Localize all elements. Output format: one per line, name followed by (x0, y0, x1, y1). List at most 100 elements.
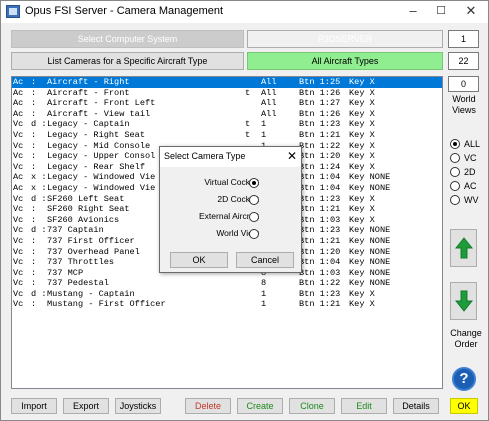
camera-flag-cell: : (31, 204, 37, 215)
camera-btn-cell: Btn 1:23 (299, 225, 341, 236)
camera-name-cell: Aircraft - View tail (47, 108, 151, 119)
camera-btn-cell: Btn 1:03 (299, 214, 341, 225)
world-views-label: World Views (452, 94, 476, 115)
camera-btn-cell: Btn 1:22 (299, 140, 341, 151)
camera-row[interactable]: Vc d : Legacy - Captain t 1 Btn 1:23 Key X (12, 119, 442, 130)
radio-icon (450, 153, 460, 163)
camera-row[interactable]: Ac: Aircraft - Front t All Btn 1:26 Key X (12, 88, 442, 99)
camera-row[interactable]: Vc: Legacy - Right Seat t 1 Btn 1:21 Key X (12, 130, 442, 141)
filter-wv-radio[interactable]: WV (450, 194, 479, 206)
move-down-button[interactable] (450, 282, 477, 320)
computer-name-field: P3DSERVER (247, 30, 443, 48)
camera-flag-cell: : (31, 278, 37, 289)
camera-type-cell: Ac (13, 77, 24, 87)
camera-btn-cell: Btn 1:20 (299, 246, 341, 257)
minimize-icon[interactable]: – (398, 1, 428, 21)
camera-btn-cell: Btn 1:23 (299, 119, 341, 130)
filter-all-radio[interactable]: ALL (450, 138, 480, 150)
camera-name-cell: Legacy - Right Seat (47, 129, 145, 140)
camera-type-cell: Vc (13, 193, 24, 204)
camera-key-cell: Key X (349, 98, 375, 109)
camera-btn-cell: Btn 1:24 (299, 161, 341, 172)
arrow-up-icon (454, 237, 473, 259)
camera-row[interactable]: Ac: Aircraft - Right All Btn 1:25 Key X (12, 77, 442, 88)
ok-button[interactable]: OK (450, 398, 478, 414)
move-up-button[interactable] (450, 229, 477, 267)
camera-name-cell: 737 MCP (47, 267, 84, 278)
camera-name-cell: Aircraft - Front (47, 87, 130, 98)
camera-type-cell: Vc (13, 299, 24, 310)
camera-flag-cell: : (31, 257, 37, 268)
camera-ac-cell: 1 (261, 129, 267, 140)
camera-flag-cell: : (31, 129, 37, 140)
camera-flag-cell: : (31, 87, 37, 98)
camera-type-cell: Vc (13, 151, 24, 162)
aircraft-type-selector[interactable]: All Aircraft Types (247, 52, 443, 70)
filter-2d-radio[interactable]: 2D (450, 166, 476, 178)
camera-flag-cell: d : (31, 193, 47, 204)
camera-type-cell: Ac (13, 172, 24, 183)
camera-flag-cell: : (31, 98, 37, 109)
filter-label: VC (464, 153, 477, 163)
camera-type-radio[interactable] (249, 195, 259, 205)
filter-ac-radio[interactable]: AC (450, 180, 477, 192)
camera-key-cell: Key X (349, 77, 375, 87)
camera-key-cell: Key X (349, 108, 375, 119)
maximize-icon[interactable]: ☐ (426, 1, 456, 21)
camera-row[interactable]: Vc:737 Pedestal 8 Btn 1:22 Key NONE (12, 278, 442, 289)
camera-type-cell: Vc (13, 246, 24, 257)
list-cameras-button[interactable]: List Cameras for a Specific Aircraft Typ… (11, 52, 244, 70)
aircraft-count: 22 (448, 52, 479, 70)
camera-type-radio[interactable] (249, 178, 259, 188)
camera-row[interactable]: Vc: Mustang - First Officer 1 Btn 1:21 Key X (12, 299, 442, 310)
title-bar: Opus FSI Server - Camera Management – ☐ … (1, 1, 488, 23)
camera-btn-cell: Btn 1:03 (299, 267, 341, 278)
dialog-close-icon[interactable]: ✕ (287, 149, 297, 163)
select-computer-button[interactable]: Select Computer System (11, 30, 244, 48)
camera-name-cell: Legacy - Windowed Vie (47, 172, 156, 183)
camera-type-cell: Ac (13, 182, 24, 193)
camera-name-cell: SF260 Left Seat (47, 193, 125, 204)
camera-type-radio[interactable] (249, 212, 259, 222)
camera-name-cell: 737 Throttles (47, 257, 115, 268)
details-button[interactable]: Details (393, 398, 439, 414)
radio-icon (450, 181, 460, 191)
camera-type-radio[interactable] (249, 229, 259, 239)
camera-key-cell: Key X (349, 161, 375, 172)
edit-button[interactable]: Edit (341, 398, 387, 414)
camera-row[interactable]: Ac: Aircraft - Front Left All Btn 1:27 Key X (12, 98, 442, 109)
help-icon[interactable]: ? (452, 367, 476, 391)
camera-type-cell: Vc (13, 267, 24, 278)
camera-row[interactable]: Ac: Aircraft - View tail All Btn 1:26 Key X (12, 109, 442, 120)
camera-btn-cell: Btn 1:27 (299, 98, 341, 109)
camera-t-cell: t (245, 129, 251, 140)
export-button[interactable]: Export (63, 398, 109, 414)
camera-ac-cell: All (261, 77, 277, 87)
app-icon (6, 5, 20, 18)
camera-btn-cell: Btn 1:04 (299, 172, 341, 183)
camera-flag-cell: : (31, 151, 37, 162)
camera-type-cell: Vc (13, 235, 24, 246)
delete-button[interactable]: Delete (185, 398, 231, 414)
camera-key-cell: Key NONE (349, 235, 391, 246)
dialog-ok-button[interactable]: OK (170, 252, 228, 268)
filter-label: 2D (464, 167, 476, 177)
import-button[interactable]: Import (11, 398, 57, 414)
close-icon[interactable]: ✕ (456, 1, 486, 21)
camera-type-cell: Vc (13, 214, 24, 225)
camera-name-cell: Mustang - First Officer (47, 299, 166, 310)
camera-ac-cell: All (261, 98, 277, 109)
camera-ac-cell: All (261, 87, 277, 98)
filter-label: WV (464, 195, 479, 205)
camera-flag-cell: : (31, 299, 37, 310)
dialog-cancel-button[interactable]: Cancel (236, 252, 294, 268)
radio-icon (450, 195, 460, 205)
camera-row[interactable]: Vc d : Mustang - Captain 1 Btn 1:23 Key X (12, 289, 442, 300)
create-button[interactable]: Create (237, 398, 283, 414)
filter-vc-radio[interactable]: VC (450, 152, 477, 164)
camera-btn-cell: Btn 1:04 (299, 257, 341, 268)
camera-btn-cell: Btn 1:04 (299, 182, 341, 193)
clone-button[interactable]: Clone (289, 398, 335, 414)
joysticks-button[interactable]: Joysticks (115, 398, 161, 414)
camera-btn-cell: Btn 1:26 (299, 108, 341, 119)
